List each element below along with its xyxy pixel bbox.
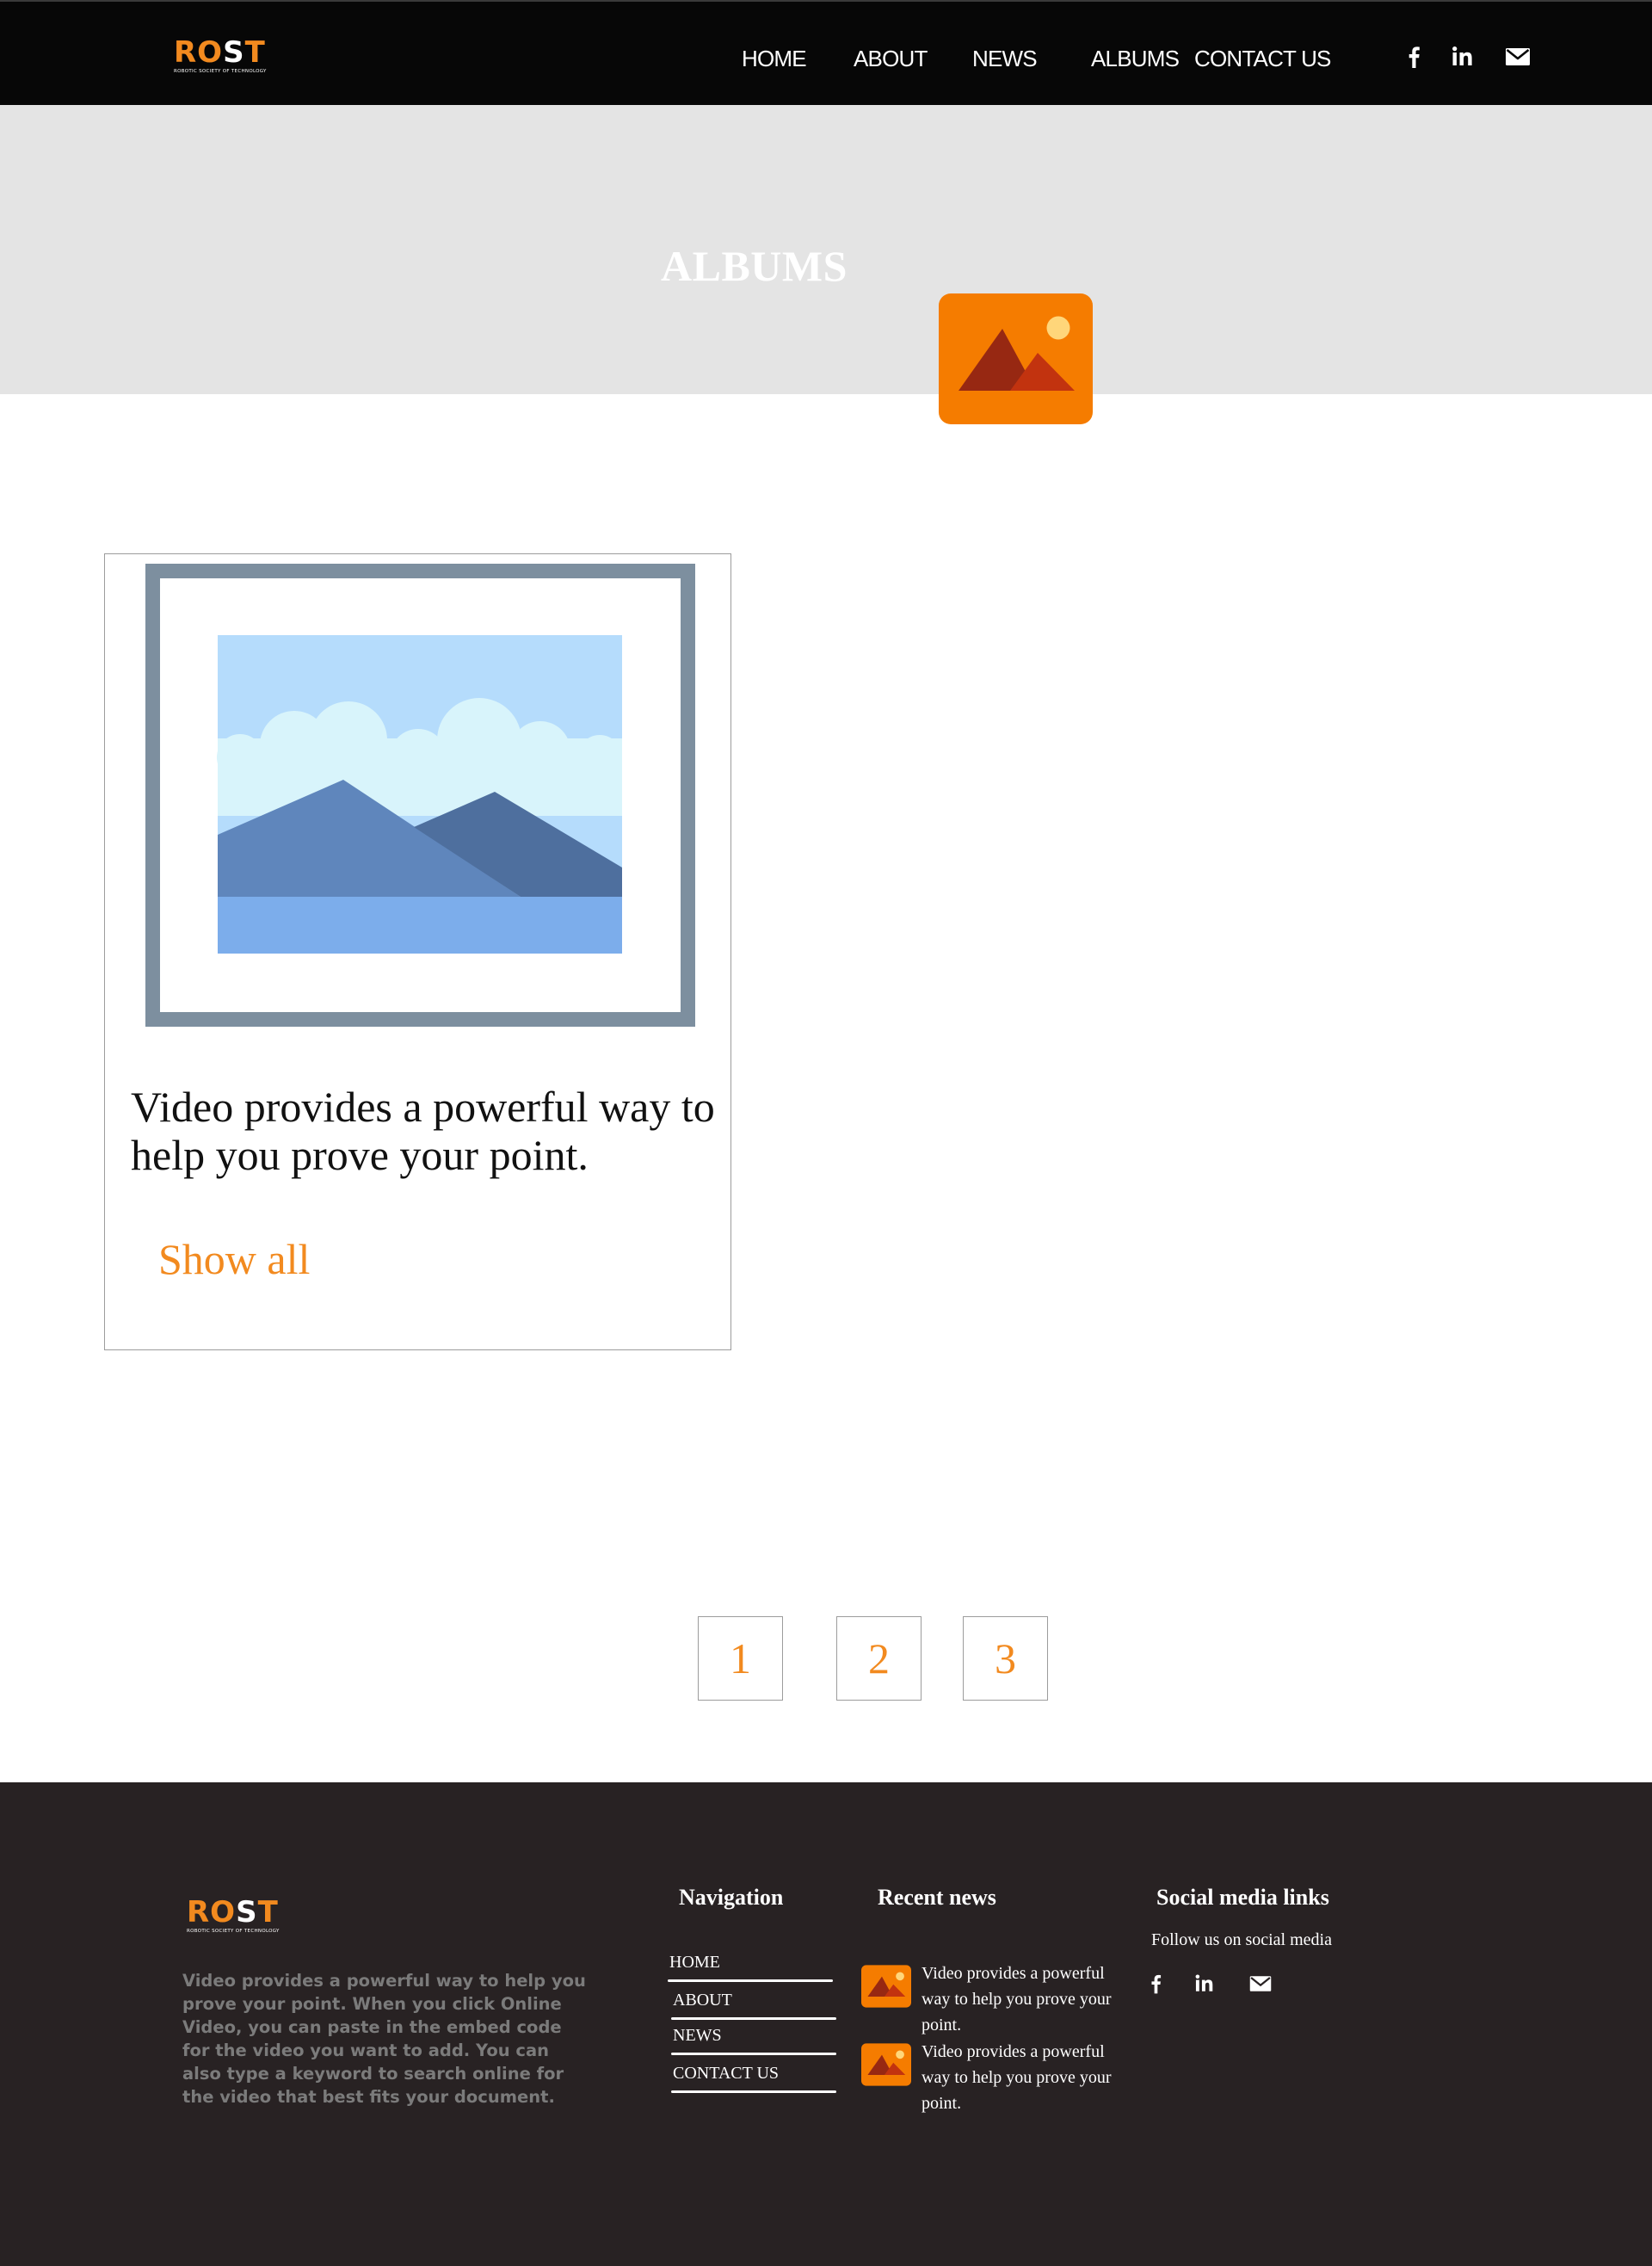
footer-recent-news-heading: Recent news <box>878 1885 996 1910</box>
recent-news-text: Video provides a powerful way to help yo… <box>922 2042 1112 2113</box>
logo-wordmark: ROST <box>174 38 267 67</box>
footer-nav-underline <box>671 2090 836 2093</box>
footer-description: Video provides a powerful way to help yo… <box>182 1971 586 2107</box>
footer-logo-tagline: ROBOTIC SOCIETY OF TECHNOLOGY <box>187 1929 280 1934</box>
page-title: ALBUMS <box>661 242 848 290</box>
mail-icon[interactable] <box>1248 1972 1272 1996</box>
mail-icon[interactable] <box>1504 43 1532 71</box>
linkedin-icon[interactable] <box>1449 43 1476 71</box>
facebook-icon[interactable] <box>1144 1972 1168 1996</box>
page-banner: ALBUMS <box>0 105 1652 424</box>
footer-nav-about-label: ABOUT <box>673 1991 732 2010</box>
nav-home[interactable]: HOME <box>742 46 807 72</box>
facebook-icon[interactable] <box>1401 43 1428 71</box>
logo-part-3: T <box>244 35 266 70</box>
image-icon <box>861 1964 911 2009</box>
footer-logo-part-3: T <box>257 1895 279 1929</box>
show-all-link[interactable]: Show all <box>158 1234 310 1284</box>
site-logo[interactable]: ROST ROBOTIC SOCIETY OF TECHNOLOGY <box>174 38 267 74</box>
recent-news-text: Video provides a powerful way to help yo… <box>922 1964 1112 2034</box>
page-1-button[interactable]: 1 <box>698 1616 783 1701</box>
footer-nav-underline <box>671 2017 836 2020</box>
logo-tagline: ROBOTIC SOCIETY OF TECHNOLOGY <box>174 69 267 74</box>
page-2-button[interactable]: 2 <box>836 1616 922 1701</box>
album-description: Video provides a powerful way to help yo… <box>131 1083 715 1179</box>
nav-albums[interactable]: ALBUMS <box>1091 46 1180 72</box>
follow-text: Follow us on social media <box>1151 1930 1332 1949</box>
footer-social-heading: Social media links <box>1156 1885 1329 1910</box>
page-3-button[interactable]: 3 <box>963 1616 1048 1701</box>
site-header: ROST ROBOTIC SOCIETY OF TECHNOLOGY HOME … <box>0 0 1652 105</box>
footer-logo-wordmark: ROST <box>187 1898 280 1927</box>
footer-logo[interactable]: ROST ROBOTIC SOCIETY OF TECHNOLOGY <box>187 1898 280 1934</box>
album-card: Video provides a powerful way to help yo… <box>104 553 731 1350</box>
footer-nav-home[interactable]: HOME <box>668 1951 833 1982</box>
picture-frame-icon[interactable] <box>145 564 695 1027</box>
linkedin-icon[interactable] <box>1193 1972 1217 1996</box>
footer-nav-news[interactable]: NEWS <box>671 2024 836 2055</box>
footer-navigation-heading: Navigation <box>679 1885 784 1910</box>
footer-nav-contact-us-label: CONTACT US <box>673 2064 780 2083</box>
logo-part-2: S <box>223 35 245 70</box>
image-icon <box>861 2042 911 2087</box>
footer-nav-underline <box>671 2053 836 2055</box>
footer-nav-news-label: NEWS <box>673 2026 722 2045</box>
footer-nav-about[interactable]: ABOUT <box>671 1989 836 2020</box>
footer-logo-part-1: RO <box>187 1895 237 1929</box>
footer-nav-home-label: HOME <box>669 1953 720 1972</box>
nav-news[interactable]: NEWS <box>972 46 1038 72</box>
footer-logo-part-2: S <box>236 1895 258 1929</box>
logo-part-1: RO <box>174 35 224 70</box>
image-icon <box>939 293 1093 424</box>
site-footer: ROST ROBOTIC SOCIETY OF TECHNOLOGY Video… <box>0 1782 1652 2266</box>
nav-contact-us[interactable]: CONTACT US <box>1194 46 1331 72</box>
nav-about[interactable]: ABOUT <box>854 46 928 72</box>
footer-nav-underline <box>668 1979 833 1982</box>
footer-nav-contact-us[interactable]: CONTACT US <box>671 2062 836 2093</box>
